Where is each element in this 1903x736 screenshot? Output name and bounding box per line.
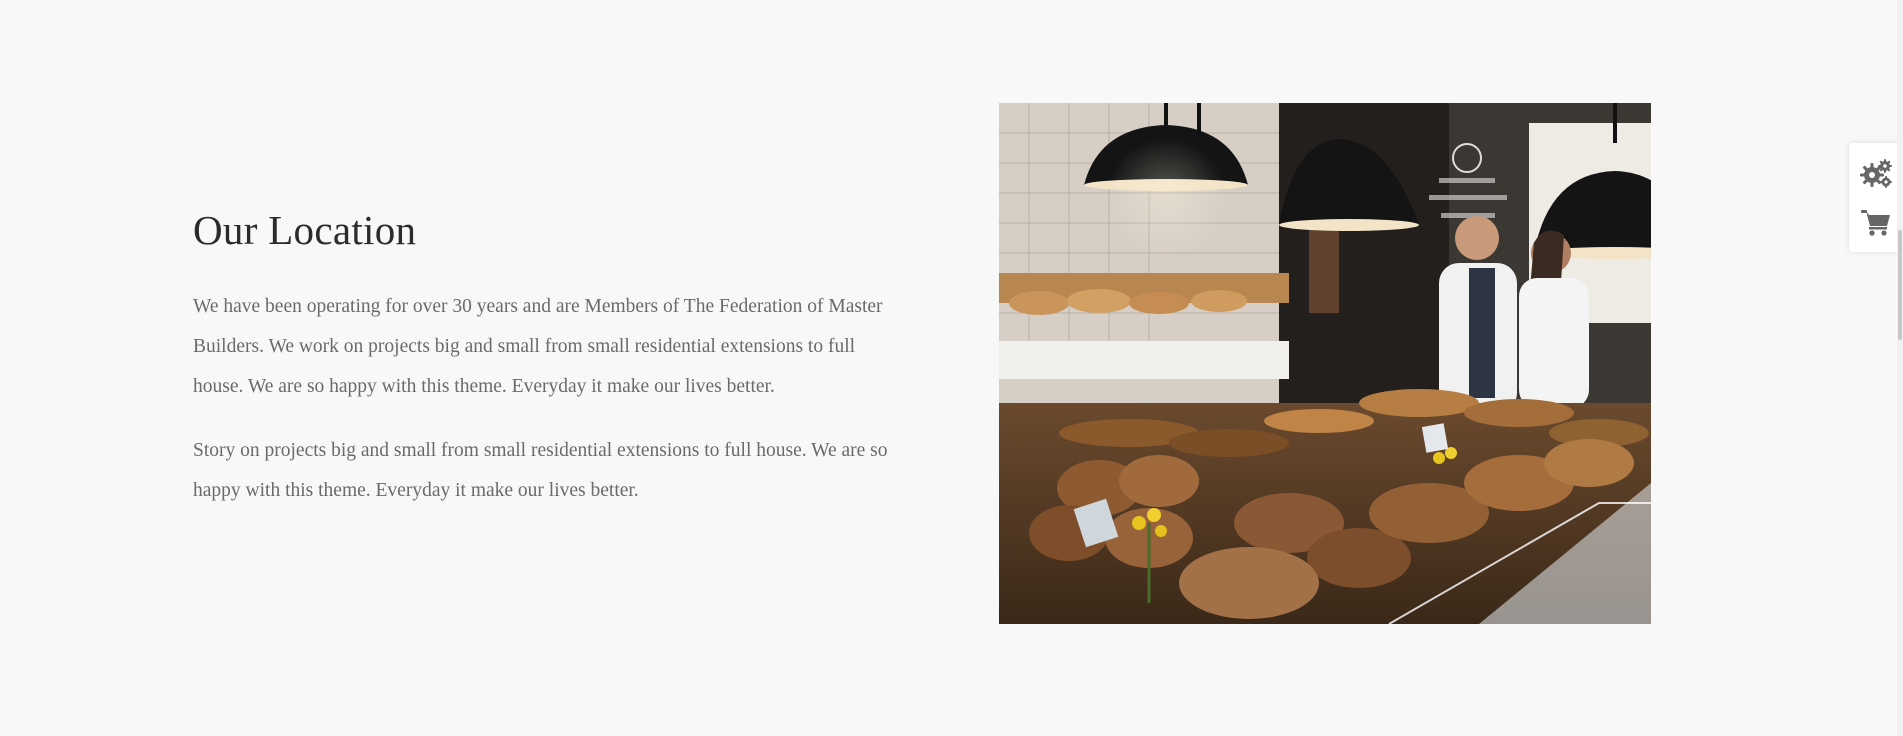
gears-icon [1860,158,1892,188]
bakery-photo [999,103,1651,624]
description-paragraph-1: We have been operating for over 30 years… [193,296,883,398]
cart-button[interactable] [1856,202,1896,242]
section-heading: Our Location [193,207,417,253]
settings-button[interactable] [1856,153,1896,193]
location-section: Our Location We have been operating for … [193,207,905,535]
description-paragraph-2: Story on projects big and small from sma… [193,440,888,502]
cart-icon [1861,210,1890,236]
scrollbar-thumb[interactable] [1898,230,1902,340]
page: Our Location We have been operating for … [0,0,1903,736]
side-toolbar [1849,143,1903,252]
scrollbar-track[interactable] [1897,0,1903,736]
